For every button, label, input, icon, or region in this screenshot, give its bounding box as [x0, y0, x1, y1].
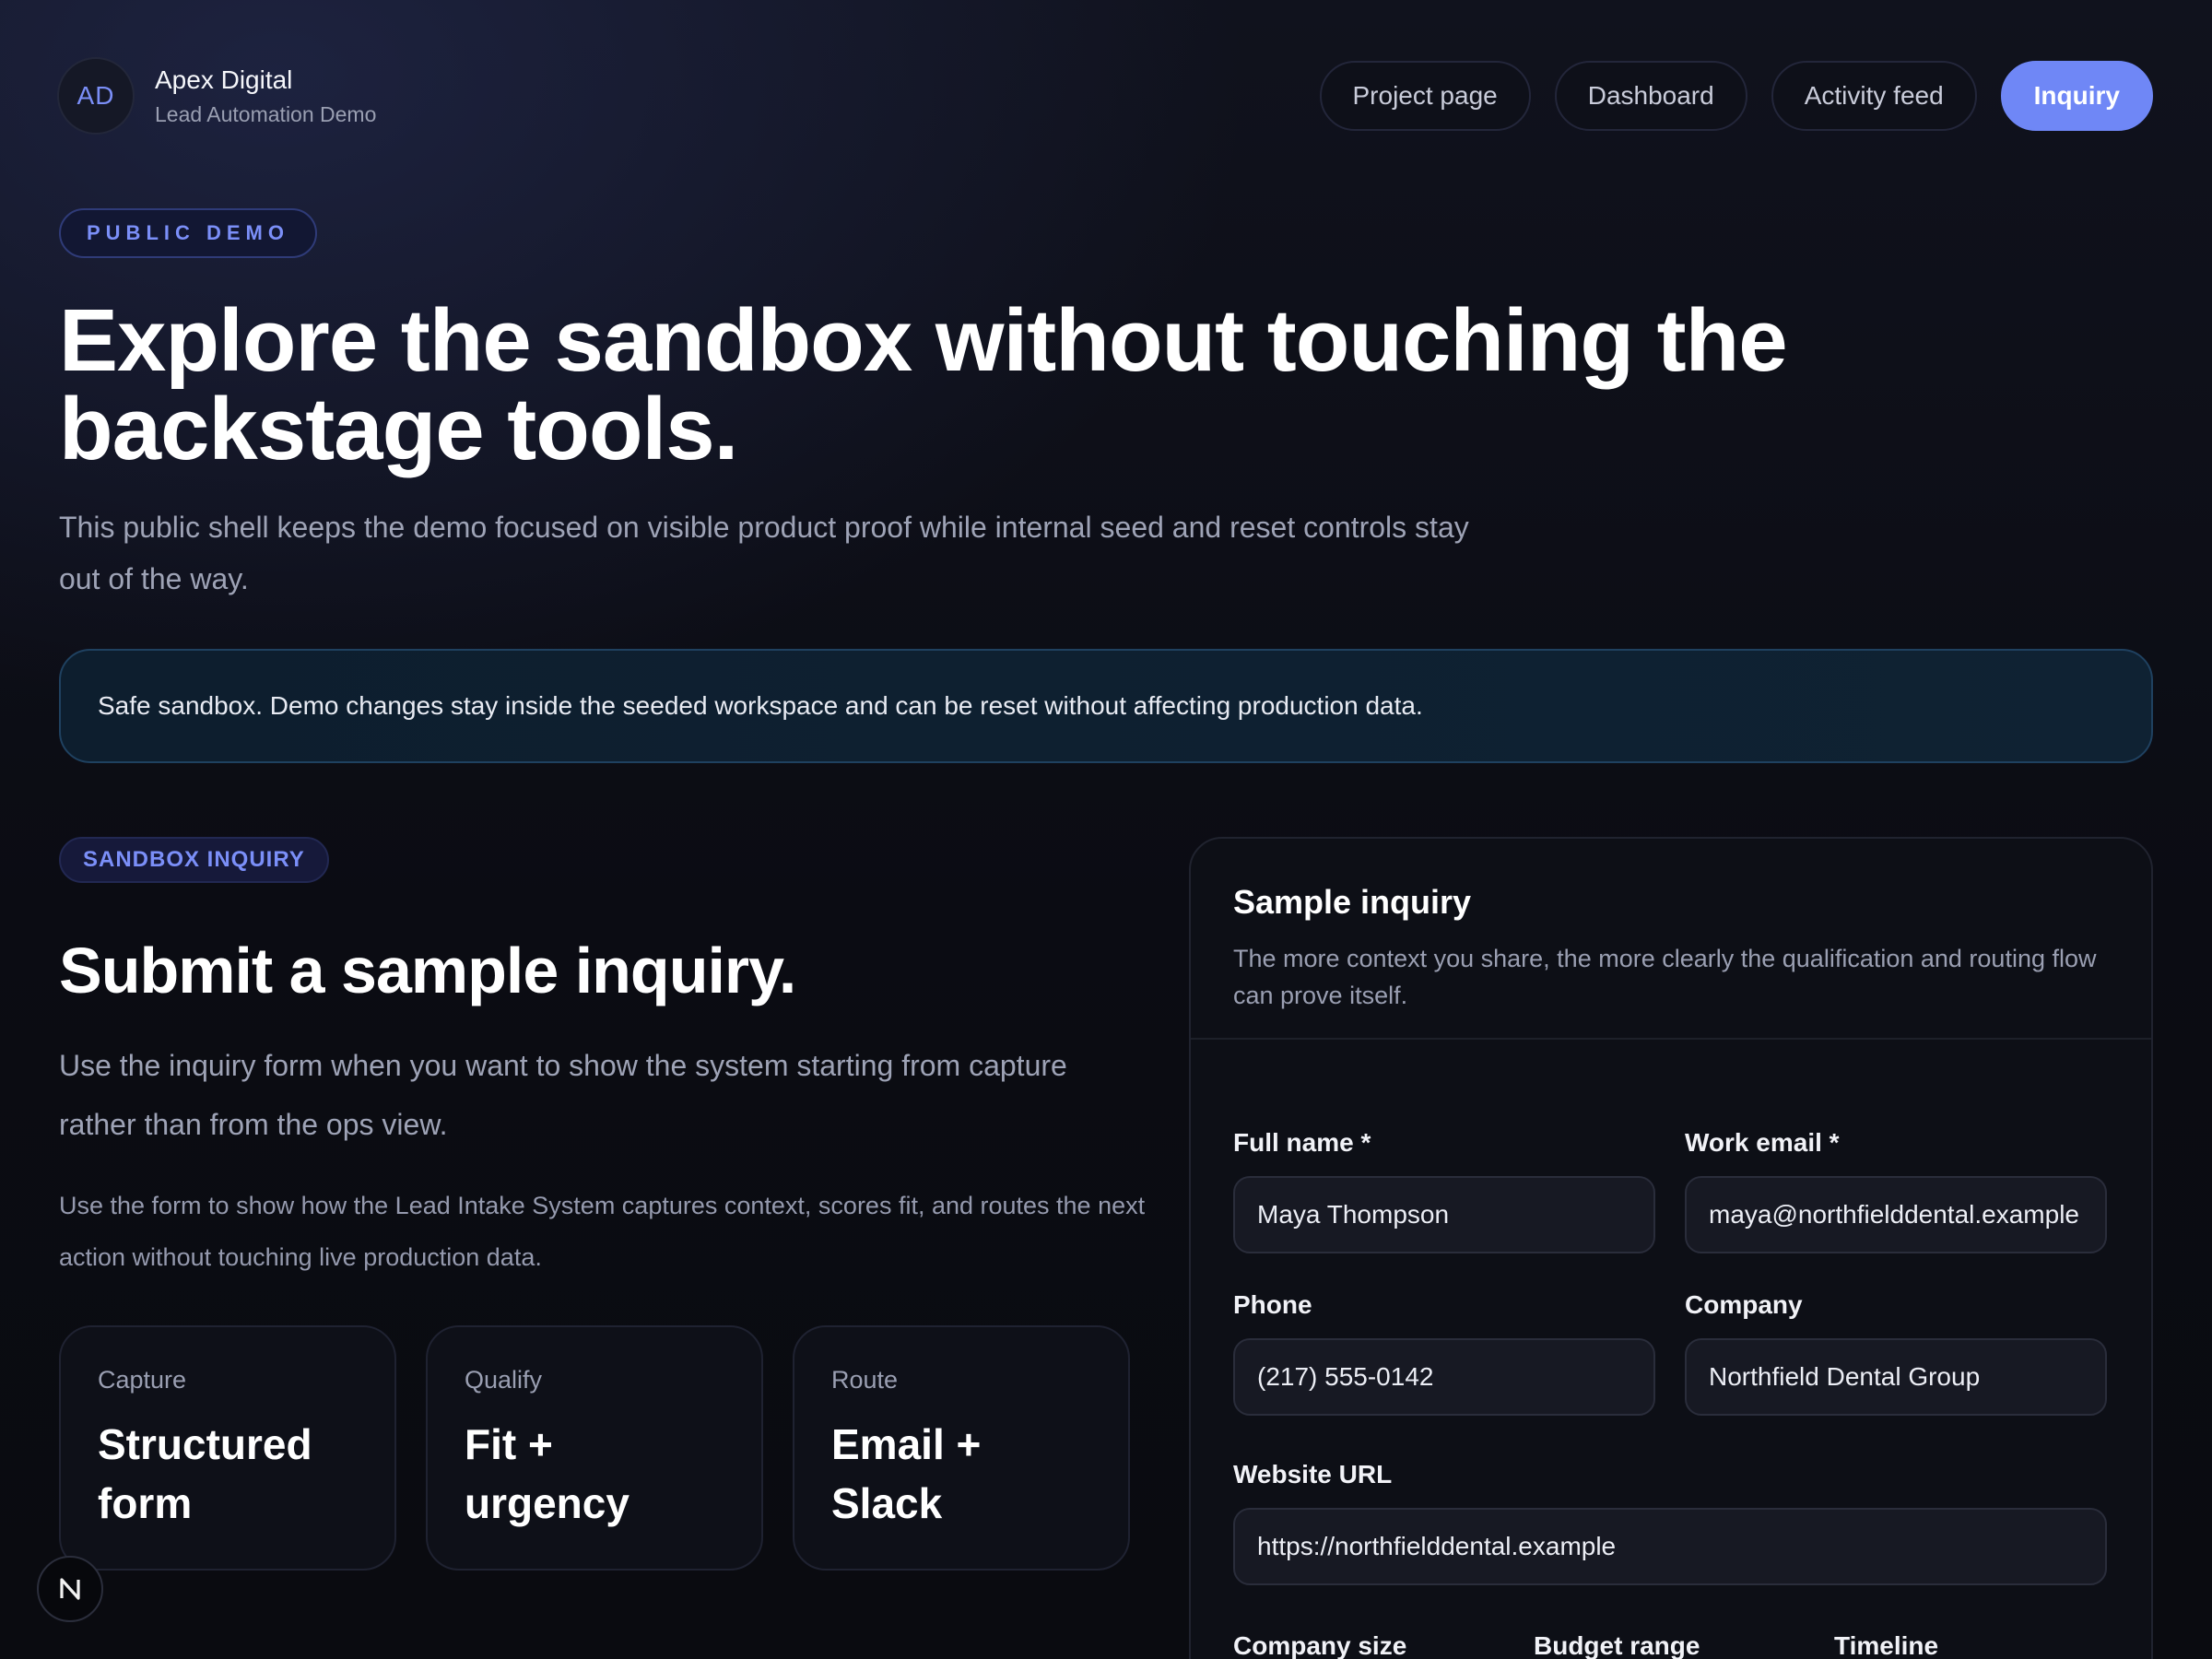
sandbox-notice: Safe sandbox. Demo changes stay inside t… — [59, 649, 2153, 763]
top-nav: Project page Dashboard Activity feed Inq… — [1319, 61, 2153, 131]
website-label: Website URL — [1233, 1460, 1393, 1488]
step-label: Capture — [98, 1366, 187, 1394]
brand-text: Apex Digital Lead Automation Demo — [155, 65, 376, 127]
public-demo-tag: PUBLIC DEMO — [59, 208, 317, 258]
nav-dashboard[interactable]: Dashboard — [1554, 61, 1747, 131]
sandbox-notice-text: Safe sandbox. Demo changes stay inside t… — [98, 691, 1423, 720]
step-card-capture: Capture Structured form — [59, 1325, 396, 1571]
step-value: Fit + urgency — [465, 1420, 629, 1527]
work-email-label: Work email * — [1685, 1128, 1840, 1157]
section-body: Use the form to show how the Lead Intake… — [59, 1192, 1146, 1271]
brand[interactable]: AD Apex Digital Lead Automation Demo — [57, 57, 376, 135]
sandbox-inquiry-tag: SANDBOX INQUIRY — [59, 837, 329, 883]
hero-title: Explore the sandbox without touching the… — [59, 291, 1788, 478]
website-input[interactable] — [1233, 1508, 2107, 1585]
brand-name: Apex Digital — [155, 65, 293, 94]
step-label: Route — [831, 1366, 899, 1394]
timeline-label: Timeline — [1834, 1631, 1939, 1659]
step-value: Structured form — [98, 1420, 312, 1527]
step-value: Email + Slack — [831, 1420, 982, 1527]
page: AD Apex Digital Lead Automation Demo Pro… — [0, 0, 2212, 1659]
company-input[interactable] — [1685, 1338, 2107, 1416]
next-n-icon-glyph — [60, 1578, 80, 1600]
inquiry-form-card: Sample inquiry The more context you shar… — [1189, 837, 2153, 1659]
phone-label: Phone — [1233, 1290, 1312, 1319]
next-n-icon[interactable] — [37, 1556, 103, 1622]
budget-range-label: Budget range — [1534, 1631, 1700, 1659]
nav-inquiry[interactable]: Inquiry — [2000, 61, 2153, 131]
nav-project-page[interactable]: Project page — [1319, 61, 1531, 131]
step-card-qualify: Qualify Fit + urgency — [426, 1325, 763, 1571]
nav-activity-feed[interactable]: Activity feed — [1771, 61, 1977, 131]
phone-input[interactable] — [1233, 1338, 1655, 1416]
full-name-label: Full name * — [1233, 1128, 1371, 1157]
brand-avatar: AD — [57, 57, 135, 135]
form-header: Sample inquiry The more context you shar… — [1191, 839, 2151, 1040]
company-size-label: Company size — [1233, 1631, 1407, 1659]
form-description: The more context you share, the more cle… — [1233, 945, 2097, 1009]
full-name-input[interactable] — [1233, 1176, 1655, 1253]
section-title: Submit a sample inquiry. — [59, 935, 796, 1006]
work-email-input[interactable] — [1685, 1176, 2107, 1253]
brand-subtitle: Lead Automation Demo — [155, 101, 377, 126]
step-card-route: Route Email + Slack — [793, 1325, 1130, 1571]
step-label: Qualify — [465, 1366, 543, 1394]
section-lead: Use the inquiry form when you want to sh… — [59, 1049, 1067, 1141]
company-label: Company — [1685, 1290, 1803, 1319]
form-title: Sample inquiry — [1233, 883, 1472, 921]
hero-subtitle: This public shell keeps the demo focused… — [59, 511, 1469, 595]
